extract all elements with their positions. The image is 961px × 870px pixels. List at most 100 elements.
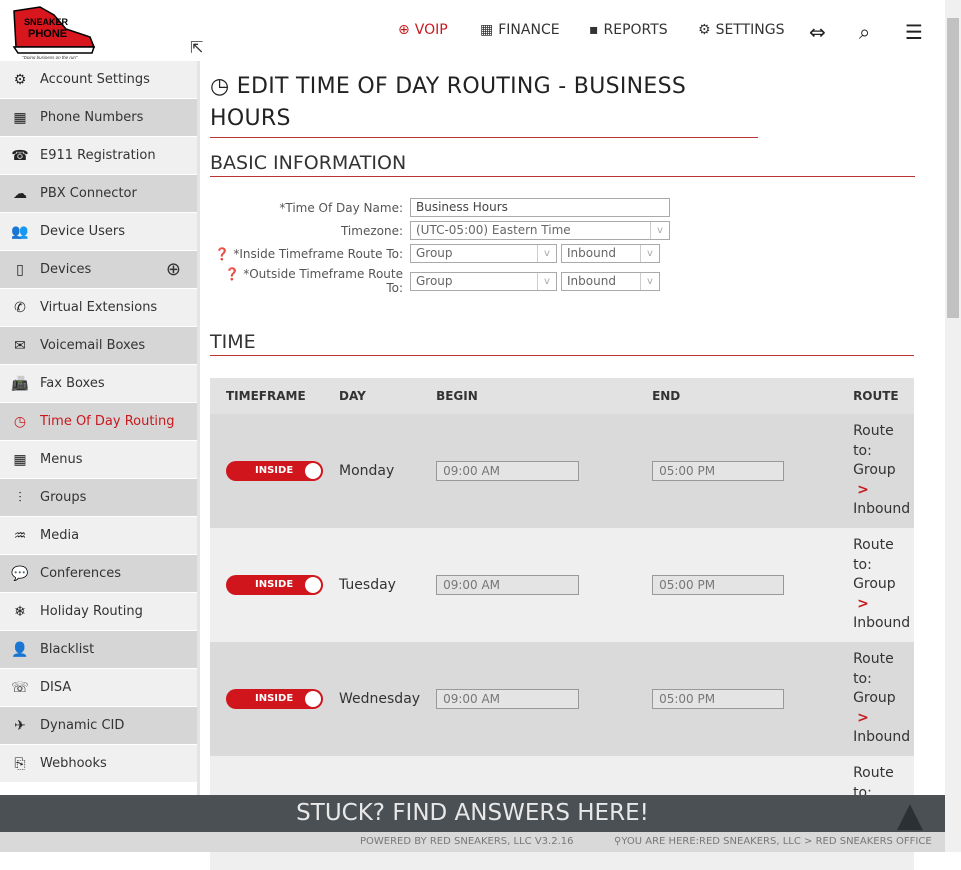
sidebar-icon: ✉ [14,337,26,354]
begin-time-input[interactable]: 09:00 AM [436,461,580,481]
sidebar-icon: ▯ [16,261,24,278]
sidebar-icon: ☎ [11,147,29,164]
help-banner[interactable]: STUCK? FIND ANSWERS HERE! ▲ [0,795,945,834]
sidebar-item-pbx-connector[interactable]: ☁ PBX Connector [0,175,197,213]
sidebar-icon: 👥 [11,223,29,240]
sidebar-item-e911-registration[interactable]: ☎ E911 Registration [0,137,197,175]
sidebar-icon: ♒ [13,527,27,544]
time-heading: TIME [210,331,914,356]
svg-text:SNEAKER: SNEAKER [24,17,69,27]
day-cell: Tuesday [323,528,421,642]
scrollbar[interactable] [945,0,961,852]
sidebar-icon: ◷ [13,413,27,430]
begin-time-input[interactable]: 09:00 AM [436,689,580,709]
sidebar-icon: 💬 [11,565,29,582]
chevron-right-icon: > [857,595,869,612]
route-cell: Route to: Group > Inbound [837,414,914,528]
calculator-icon: ▦ [480,22,494,38]
col-end: END [636,378,838,414]
end-time-input[interactable]: 05:00 PM [652,575,785,595]
gears-icon: ⚙ [698,22,711,38]
sidebar-icon: ✈ [14,717,26,734]
add-device-icon[interactable]: ⊕ [166,259,181,280]
report-icon: ▪ [589,22,599,38]
table-row: INSIDE Tuesday 09:00 AM 05:00 PM Route to… [210,528,914,642]
chevron-right-icon: > [857,709,869,726]
sidebar-icon: ⎘ [14,755,26,772]
day-cell: Monday [323,414,421,528]
name-row: *Time Of Day Name: Business Hours [210,198,670,217]
timeframe-toggle[interactable]: INSIDE [226,461,323,481]
breadcrumb-company[interactable]: RED SNEAKERS, LLC [699,836,801,847]
timeframe-toggle[interactable]: INSIDE [226,575,323,595]
sidebar-item-phone-numbers[interactable]: ▦ Phone Numbers [0,99,197,137]
end-time-input[interactable]: 05:00 PM [652,461,785,481]
expand-arrows-icon[interactable]: ⇔ [809,20,826,44]
col-timeframe: TIMEFRAME [210,378,323,414]
table-row: INSIDE Monday 09:00 AM 05:00 PM Route to:… [210,414,914,528]
sidebar-item-account-settings[interactable]: ⚙ Account Settings [0,61,197,99]
col-day: DAY [323,378,421,414]
outside-route-row: ❓ *Outside Timeframe Route To: Group Inb… [210,267,660,295]
time-of-day-name-input[interactable]: Business Hours [410,198,670,217]
nav-settings[interactable]: ⚙ SETTINGS [698,22,785,38]
sidebar-item-blacklist[interactable]: 👤 Blacklist [0,631,197,669]
sidebar-item-webhooks[interactable]: ⎘ Webhooks [0,745,197,783]
chevron-right-icon: > [857,481,869,498]
svg-text:PHONE: PHONE [28,28,67,40]
outside-route-target-select[interactable]: Inbound [561,271,660,291]
sidebar-item-dynamic-cid[interactable]: ✈ Dynamic CID [0,707,197,745]
outside-route-type-select[interactable]: Group [410,271,557,291]
sidebar-item-device-users[interactable]: 👥 Device Users [0,213,197,251]
nav-voip[interactable]: ⊕ VOIP [398,22,448,38]
route-cell: Route to: Group > Inbound [837,528,914,642]
col-route: ROUTE [837,378,914,414]
sidebar-item-media[interactable]: ♒ Media [0,517,197,555]
sidebar: ⚙ Account Settings ▦ Phone Numbers ☎ E911 Reg… [0,61,200,795]
svg-text:"Doing business on the run": "Doing business on the run" [22,55,78,59]
scroll-to-top-icon[interactable]: ▲ [897,797,923,834]
search-icon[interactable]: ⌕ [859,20,870,44]
sidebar-icon: ⚙ [13,71,27,88]
sidebar-icon: ☏ [11,679,29,696]
begin-time-input[interactable]: 09:00 AM [436,575,580,595]
logo[interactable]: SNEAKER PHONE "Doing business on the run… [10,3,96,59]
globe-icon: ⊕ [398,22,410,38]
sidebar-item-groups[interactable]: ⫶ Groups [0,479,197,517]
col-begin: BEGIN [420,378,637,414]
breadcrumb-office[interactable]: RED SNEAKERS OFFICE [816,836,932,847]
sidebar-item-fax-boxes[interactable]: 📠 Fax Boxes [0,365,197,403]
day-cell: Wednesday [323,642,421,756]
sidebar-icon: ☁ [13,185,27,202]
sidebar-item-voicemail-boxes[interactable]: ✉ Voicemail Boxes [0,327,197,365]
top-bar: SNEAKER PHONE "Doing business on the run… [0,0,945,61]
hamburger-menu-icon[interactable]: ☰ [905,20,923,44]
sidebar-item-conferences[interactable]: 💬 Conferences [0,555,197,593]
sidebar-icon: ▦ [13,451,27,468]
sidebar-icon: ▦ [13,109,27,126]
sidebar-item-menus[interactable]: ▦ Menus [0,441,197,479]
table-row: INSIDE Wednesday 09:00 AM 05:00 PM Route… [210,642,914,756]
inside-route-target-select[interactable]: Inbound [561,244,660,263]
inside-route-type-select[interactable]: Group [410,244,557,263]
help-icon[interactable]: ❓ [224,267,239,281]
sidebar-item-time-of-day-routing[interactable]: ◷ Time Of Day Routing [0,403,197,441]
help-icon[interactable]: ❓ [215,247,230,261]
sidebar-icon: 👤 [11,641,29,658]
status-bar: POWERED BY RED SNEAKERS, LLC V3.2.16 ⚲YO… [0,832,945,852]
nav-reports[interactable]: ▪ REPORTS [589,22,668,38]
nav-finance[interactable]: ▦ FINANCE [480,22,560,38]
end-time-input[interactable]: 05:00 PM [652,689,785,709]
clock-icon: ◷ [210,74,237,99]
sidebar-item-disa[interactable]: ☏ DISA [0,669,197,707]
timeframe-toggle[interactable]: INSIDE [226,689,323,709]
timezone-select[interactable]: (UTC-05:00) Eastern Time [410,221,670,240]
page-title: ◷ EDIT TIME OF DAY ROUTING - BUSINESS HO… [210,61,758,138]
sidebar-item-virtual-extensions[interactable]: ✆ Virtual Extensions [0,289,197,327]
sidebar-icon: ⫶ [18,489,22,506]
sidebar-item-holiday-routing[interactable]: ❄ Holiday Routing [0,593,197,631]
sidebar-item-devices[interactable]: ▯ Devices ⊕ [0,251,197,289]
scrollbar-thumb[interactable] [947,18,959,318]
main-content: ◷ EDIT TIME OF DAY ROUTING - BUSINESS HO… [210,61,915,870]
route-cell: Route to: Group > Inbound [837,642,914,756]
